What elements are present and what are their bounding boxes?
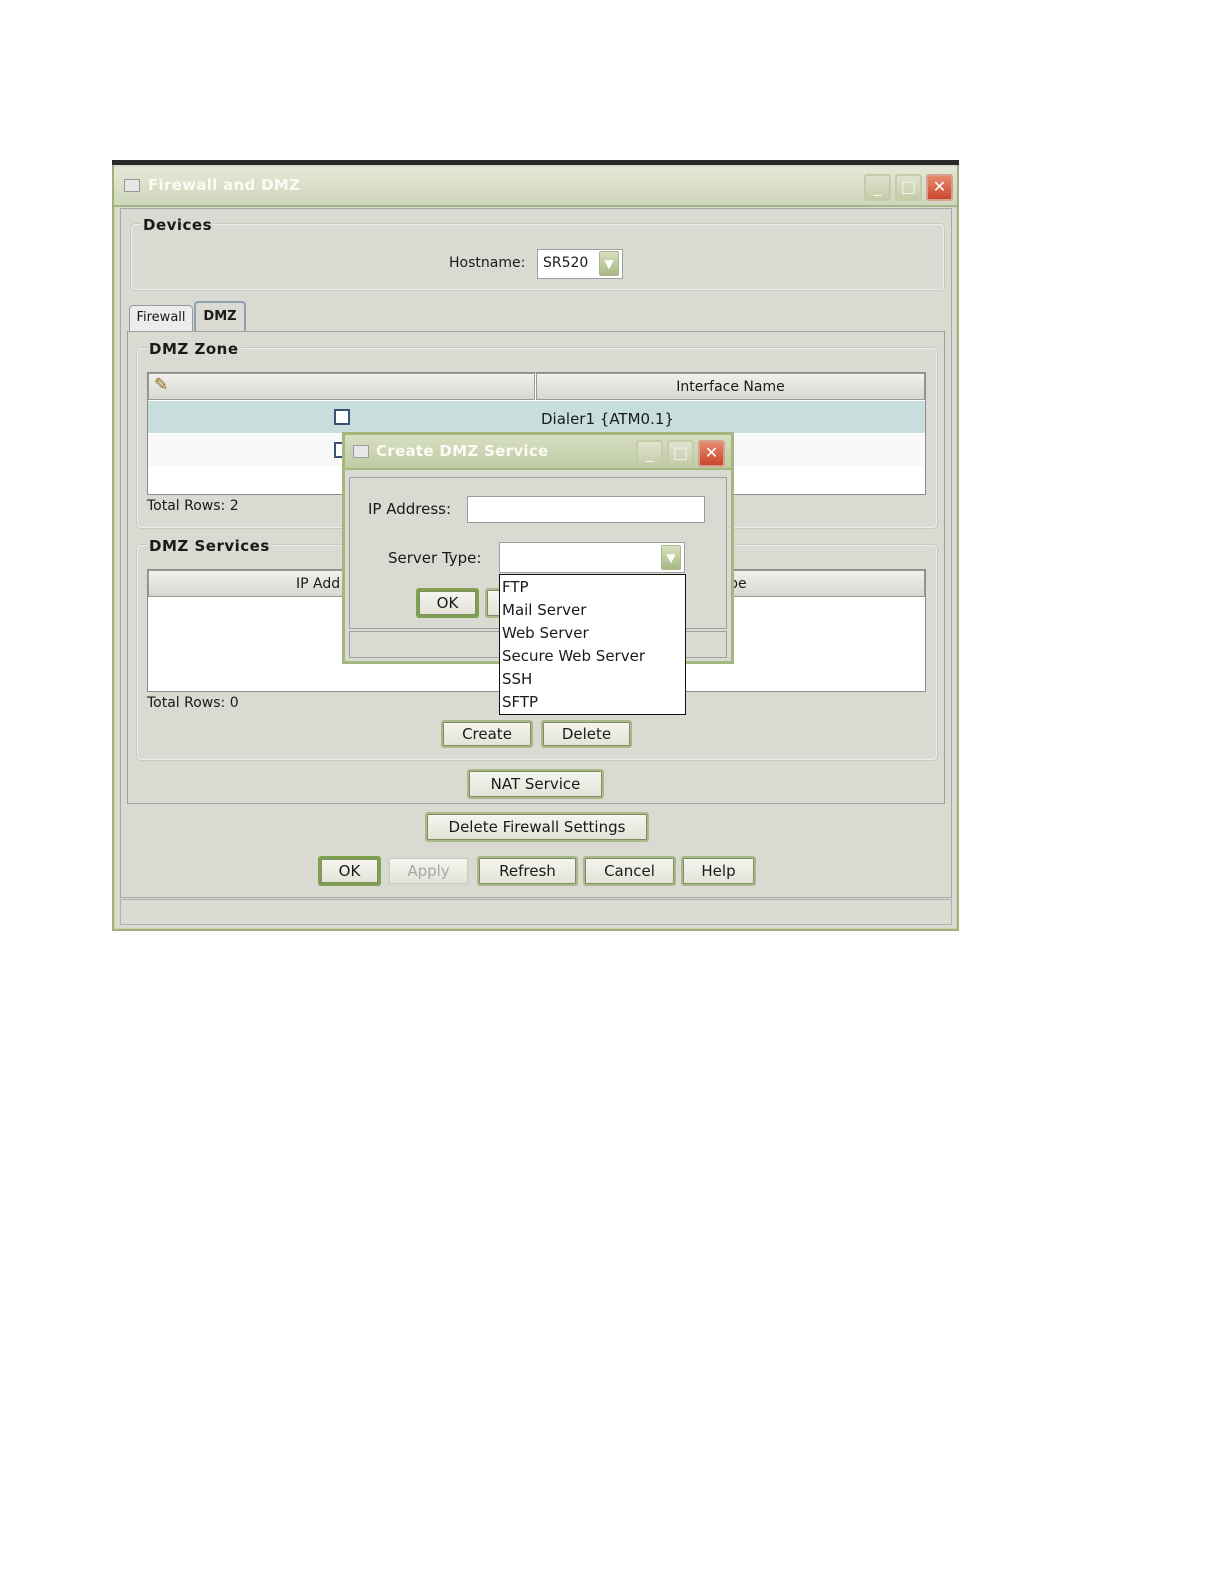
apply-button[interactable]: Apply [387,856,470,886]
option-ftp[interactable]: FTP [502,578,529,596]
pencil-icon: ✎ [154,375,169,395]
delete-button[interactable]: Delete [541,720,632,748]
option-ssh[interactable]: SSH [502,670,532,688]
edit-column-header[interactable] [148,373,535,400]
ip-address-label: IP Address: [368,500,452,518]
server-type-label: Server Type: [388,549,482,567]
nat-service-button[interactable]: NAT Service [467,769,604,799]
hostname-value: SR520 [543,255,589,271]
option-mail-server[interactable]: Mail Server [502,601,586,619]
refresh-button[interactable]: Refresh [477,856,578,886]
devices-legend: Devices [141,216,215,234]
tab-firewall[interactable]: Firewall [129,305,193,331]
window-top-edge [112,160,959,165]
dialog-maximize-icon[interactable]: □ [667,440,694,467]
dmz-zone-legend: DMZ Zone [147,340,241,358]
help-button[interactable]: Help [681,856,756,886]
option-secure-web-server[interactable]: Secure Web Server [502,647,645,665]
cancel-button[interactable]: Cancel [583,856,676,886]
status-bar [120,899,952,925]
server-type-select[interactable] [499,542,685,573]
create-button[interactable]: Create [441,720,533,748]
dialog-title: Create DMZ Service [376,442,549,460]
interface-cell: Dialer1 {ATM0.1} [541,410,674,428]
dmz-services-legend: DMZ Services [147,537,272,555]
ok-button[interactable]: OK [318,856,381,886]
chevron-down-icon[interactable]: ▼ [661,545,681,570]
maximize-icon[interactable]: □ [895,174,922,201]
close-icon[interactable]: ✕ [926,174,953,201]
dmz-zone-total-rows: Total Rows: 2 [147,498,239,514]
option-sftp[interactable]: SFTP [502,693,538,711]
dialog-ok-button[interactable]: OK [416,588,479,618]
dialog-minimize-icon[interactable]: _ [636,440,663,467]
tab-dmz[interactable]: DMZ [194,301,246,332]
row-checkbox[interactable] [334,409,350,425]
option-web-server[interactable]: Web Server [502,624,589,642]
dialog-icon [353,445,369,458]
table-row[interactable] [148,401,925,433]
ip-address-input[interactable] [467,496,705,523]
minimize-icon[interactable]: _ [864,174,891,201]
window-icon [124,179,140,192]
hostname-label: Hostname: [449,255,526,271]
delete-firewall-settings-button[interactable]: Delete Firewall Settings [425,812,649,842]
window-title: Firewall and DMZ [148,176,301,194]
dmz-services-total-rows: Total Rows: 0 [147,695,239,711]
interface-name-header[interactable]: Interface Name [536,373,925,400]
dialog-close-icon[interactable]: ✕ [698,440,725,467]
chevron-down-icon[interactable]: ▼ [599,251,619,276]
